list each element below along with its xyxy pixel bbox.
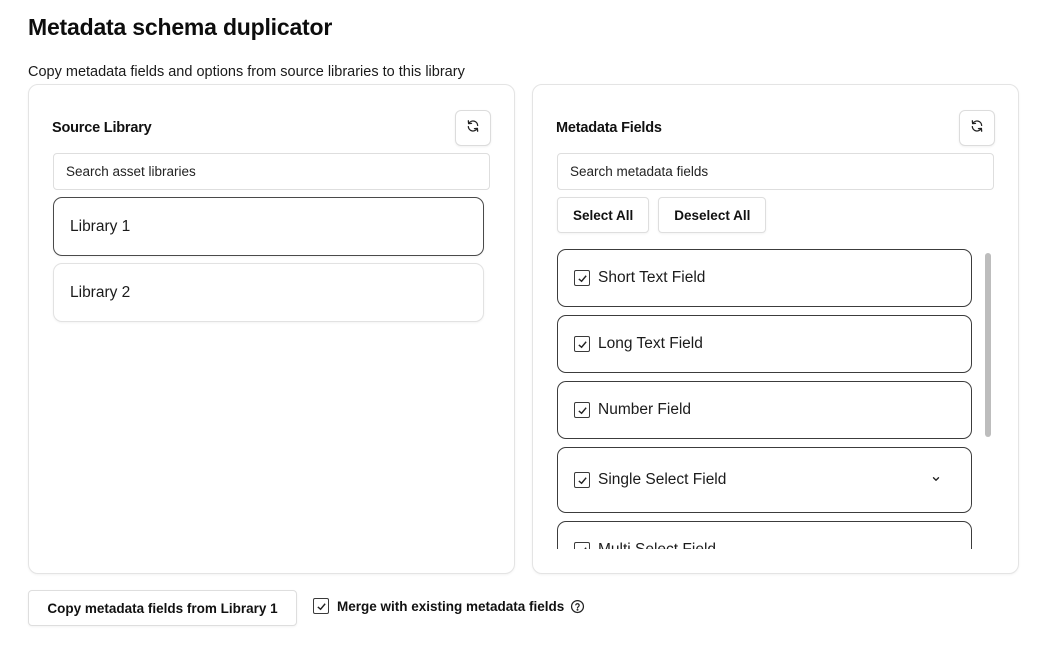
checkbox[interactable] <box>574 270 590 286</box>
refresh-icon <box>466 119 480 136</box>
page-title: Metadata schema duplicator <box>28 14 333 40</box>
library-item-2[interactable]: Library 2 <box>53 263 484 322</box>
fields-list: Short Text Field Long Text Field Number … <box>557 249 973 549</box>
check-icon <box>583 546 587 549</box>
merge-option[interactable]: Merge with existing metadata fields <box>313 598 585 614</box>
field-item[interactable]: Short Text Field <box>557 249 972 307</box>
deselect-all-button[interactable]: Deselect All <box>658 197 767 233</box>
library-search-input[interactable] <box>53 153 490 190</box>
merge-label: Merge with existing metadata fields <box>337 598 565 614</box>
library-item-label: Library 1 <box>70 217 131 235</box>
help-circle-icon[interactable] <box>570 599 585 614</box>
field-label: Number Field <box>598 401 692 418</box>
select-all-button[interactable]: Select All <box>557 197 650 233</box>
scrollbar-thumb[interactable] <box>985 253 991 437</box>
source-library-title: Source Library <box>52 119 152 136</box>
page: Metadata schema duplicator Copy metadata… <box>0 0 1041 660</box>
check-icon <box>577 406 587 414</box>
field-item[interactable]: Single Select Field <box>557 447 972 513</box>
field-label: Single Select Field <box>598 471 727 488</box>
chevron-down-icon[interactable] <box>931 471 941 489</box>
source-library-panel: Source Library Library 1 Library 2 <box>28 84 515 574</box>
copy-metadata-button[interactable]: Copy metadata fields from Library 1 <box>28 590 297 626</box>
check-icon <box>577 340 587 348</box>
check-icon <box>577 476 587 484</box>
checkbox[interactable] <box>574 336 590 352</box>
field-label: Multi Select Field <box>598 541 716 549</box>
check-icon <box>577 274 587 282</box>
refresh-icon <box>970 119 984 136</box>
source-refresh-button[interactable] <box>455 109 491 146</box>
source-library-header: Source Library <box>52 109 491 146</box>
field-item[interactable]: Long Text Field <box>557 315 972 373</box>
checkbox[interactable] <box>574 472 590 488</box>
check-icon <box>316 602 326 610</box>
checkbox[interactable] <box>574 542 590 549</box>
page-subtitle: Copy metadata fields and options from so… <box>28 64 465 80</box>
fields-scrollbar[interactable] <box>984 249 992 549</box>
library-item-label: Library 2 <box>70 283 131 301</box>
field-item[interactable]: Number Field <box>557 381 972 439</box>
metadata-fields-header: Metadata Fields <box>556 109 995 146</box>
field-label: Short Text Field <box>598 269 706 286</box>
selection-buttons: Select All Deselect All <box>557 197 767 233</box>
field-item[interactable]: Multi Select Field <box>557 521 972 549</box>
metadata-fields-title: Metadata Fields <box>556 119 662 136</box>
field-label: Long Text Field <box>598 335 703 352</box>
fields-refresh-button[interactable] <box>959 109 995 146</box>
checkbox[interactable] <box>574 402 590 418</box>
metadata-fields-panel: Metadata Fields Select All Deselect All <box>532 84 1019 574</box>
library-item-1[interactable]: Library 1 <box>53 197 484 256</box>
fields-search-input[interactable] <box>557 153 994 190</box>
merge-checkbox[interactable] <box>313 598 329 614</box>
